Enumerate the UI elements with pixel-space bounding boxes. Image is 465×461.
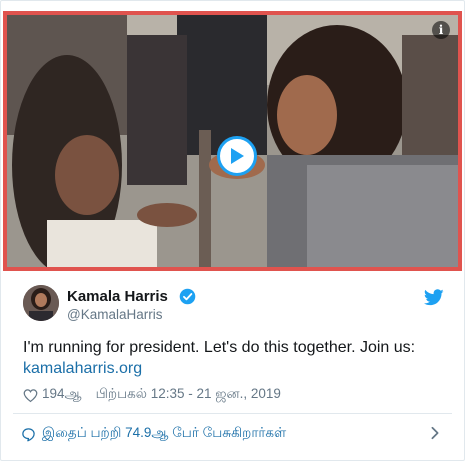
tweet-header: Kamala Harris @KamalaHarris (23, 285, 446, 325)
tweet-text: I'm running for president. Let's do this… (23, 339, 416, 356)
play-icon (231, 148, 244, 164)
chevron-right-icon[interactable] (430, 426, 440, 440)
info-icon[interactable]: i (432, 21, 450, 39)
conversation-link[interactable]: இதைப் பற்றி 74.9ஆ பேர் பேசுகிறார்கள் (13, 414, 452, 454)
author-name[interactable]: Kamala Harris (67, 288, 168, 305)
conversation-text[interactable]: இதைப் பற்றி 74.9ஆ பேர் பேசுகிறார்கள் (42, 425, 286, 443)
avatar[interactable] (23, 285, 59, 321)
twitter-bird-icon[interactable] (424, 289, 444, 306)
embedded-tweet-card: i Kamala Harris @KamalaHarris I'm runnin (0, 0, 465, 461)
avatar-image (23, 285, 59, 321)
like-count[interactable]: 194ஆ (42, 386, 82, 404)
reply-bubble-icon (22, 427, 35, 441)
play-button[interactable] (217, 136, 257, 176)
tweet-meta: 194ஆ பிற்பகல் 12:35 - 21 ஜன., 2019 (23, 386, 281, 404)
tweet-timestamp[interactable]: பிற்பகல் 12:35 - 21 ஜன., 2019 (96, 386, 281, 404)
heart-icon[interactable] (23, 388, 38, 403)
tweet-video[interactable]: i (3, 11, 462, 271)
tweet-link[interactable]: kamalaharris.org (23, 358, 448, 379)
tweet-body: I'm running for president. Let's do this… (23, 337, 448, 379)
author-handle[interactable]: @KamalaHarris (67, 307, 162, 322)
verified-badge-icon (179, 288, 196, 305)
